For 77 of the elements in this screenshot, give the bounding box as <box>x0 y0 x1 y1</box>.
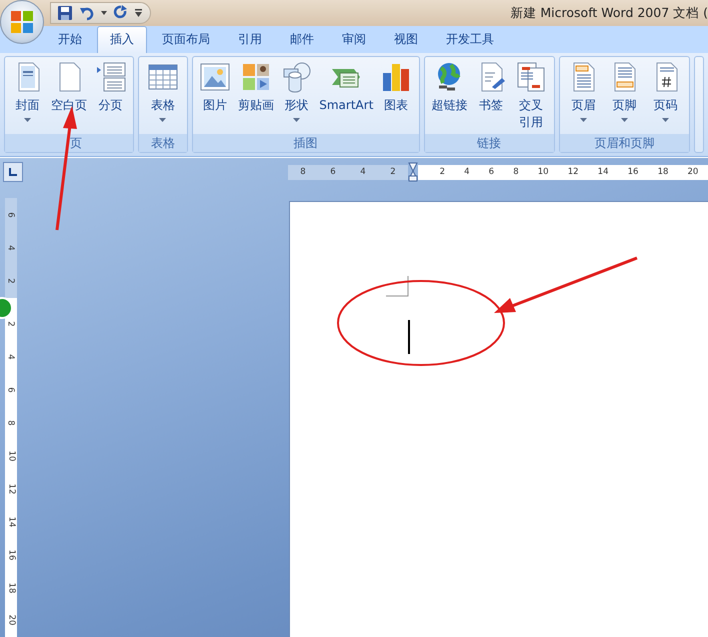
ribbon-button[interactable]: 页眉 <box>564 59 602 134</box>
group-label: 链接 <box>424 134 554 152</box>
ribbon-tab[interactable]: 引用 <box>225 26 275 53</box>
text-cursor <box>408 320 410 354</box>
four-squares-logo <box>9 9 35 35</box>
ribbon-button[interactable]: 页码 <box>646 59 685 134</box>
group-label: 表格 <box>139 134 187 152</box>
ribbon-button[interactable]: 表格 <box>144 59 182 134</box>
ribbon-tab[interactable]: 邮件 <box>277 26 327 53</box>
page-break-icon[interactable] <box>94 61 127 93</box>
ruler-number: 16 <box>628 166 638 179</box>
ruler-number: 12 <box>568 166 579 179</box>
picture-icon[interactable] <box>199 61 231 93</box>
group-label: 页眉和页脚 <box>560 134 690 152</box>
ruler-number: 6 <box>6 388 16 393</box>
ruler-number: 4 <box>360 166 366 179</box>
group-label: 页 <box>5 134 134 152</box>
redo-icon[interactable] <box>113 5 129 21</box>
ribbon-button[interactable]: 剪贴画 <box>234 59 277 134</box>
ruler-number: 12 <box>6 483 16 494</box>
ribbon-tab[interactable]: 插入 <box>97 26 147 53</box>
ruler-number: 16 <box>6 549 16 560</box>
ribbon-button[interactable]: 页脚 <box>605 59 644 134</box>
ruler-number: 8 <box>513 166 519 179</box>
ribbon-tab[interactable]: 开发工具 <box>433 26 507 53</box>
ruler-number: 8 <box>6 420 16 426</box>
ribbon-button[interactable]: 分页 <box>92 59 130 134</box>
ribbon-button[interactable]: 交叉引用 <box>512 59 550 134</box>
caret-icon[interactable] <box>662 118 670 122</box>
caret-icon[interactable] <box>24 118 32 122</box>
ruler-number: 4 <box>6 354 16 360</box>
ribbon-tab[interactable]: 开始 <box>45 26 95 53</box>
ruler-number: 18 <box>6 582 16 593</box>
ribbon-button[interactable]: 空白页 <box>48 59 90 134</box>
ruler-number: 6 <box>330 166 336 179</box>
ribbon-button[interactable]: SmartArt <box>316 59 376 134</box>
ruler-number: 14 <box>6 516 16 528</box>
left-tab-icon <box>8 167 18 177</box>
caret-icon[interactable] <box>620 118 628 122</box>
ribbon-button[interactable]: 书签 <box>472 59 510 134</box>
caret-icon[interactable] <box>159 118 166 122</box>
customize-caret-icon[interactable] <box>135 9 142 17</box>
indent-marker-icon[interactable] <box>408 162 418 182</box>
group-label: 插图 <box>192 134 419 152</box>
ribbon-button[interactable]: 形状 <box>278 59 316 134</box>
save-icon[interactable] <box>57 5 73 21</box>
ruler-number: 6 <box>488 166 494 179</box>
undo-icon[interactable] <box>79 5 95 21</box>
ribbon-button[interactable]: 图片 <box>196 59 234 134</box>
ribbon-button[interactable]: 图表 <box>377 59 416 134</box>
ruler-number: 10 <box>538 166 549 179</box>
ruler-number: 2 <box>6 278 16 284</box>
caret-icon[interactable] <box>293 118 300 122</box>
ruler-number: 20 <box>6 615 16 626</box>
ruler-number: 2 <box>6 322 16 328</box>
ruler-number: 10 <box>6 450 16 462</box>
ribbon-tab[interactable]: 审阅 <box>329 26 379 53</box>
ribbon-tab[interactable]: 视图 <box>381 26 431 53</box>
ribbon-tab[interactable]: 页面布局 <box>149 26 223 53</box>
cross-reference-icon[interactable] <box>514 61 547 93</box>
caret-icon[interactable] <box>101 11 107 15</box>
tab-stop-selector[interactable] <box>3 162 23 182</box>
ruler-number: 14 <box>598 166 608 179</box>
ruler-number: 2 <box>390 166 396 179</box>
ruler-number: 8 <box>300 166 306 179</box>
ruler-number: 2 <box>440 166 445 179</box>
ruler-number: 4 <box>464 166 470 179</box>
window-title: 新建 Microsoft Word 2007 文档 ( <box>510 4 708 22</box>
margin-corner-mark <box>386 276 408 296</box>
ruler-number: 20 <box>688 166 698 179</box>
ribbon-button[interactable]: 封面 <box>8 59 47 134</box>
shapes-icon[interactable] <box>280 61 312 93</box>
ruler-number: 4 <box>6 245 16 251</box>
ruler-number: 18 <box>658 166 668 179</box>
ribbon-button[interactable]: 超链接 <box>428 59 470 134</box>
caret-icon[interactable] <box>580 118 587 122</box>
ruler-number: 6 <box>6 212 16 218</box>
